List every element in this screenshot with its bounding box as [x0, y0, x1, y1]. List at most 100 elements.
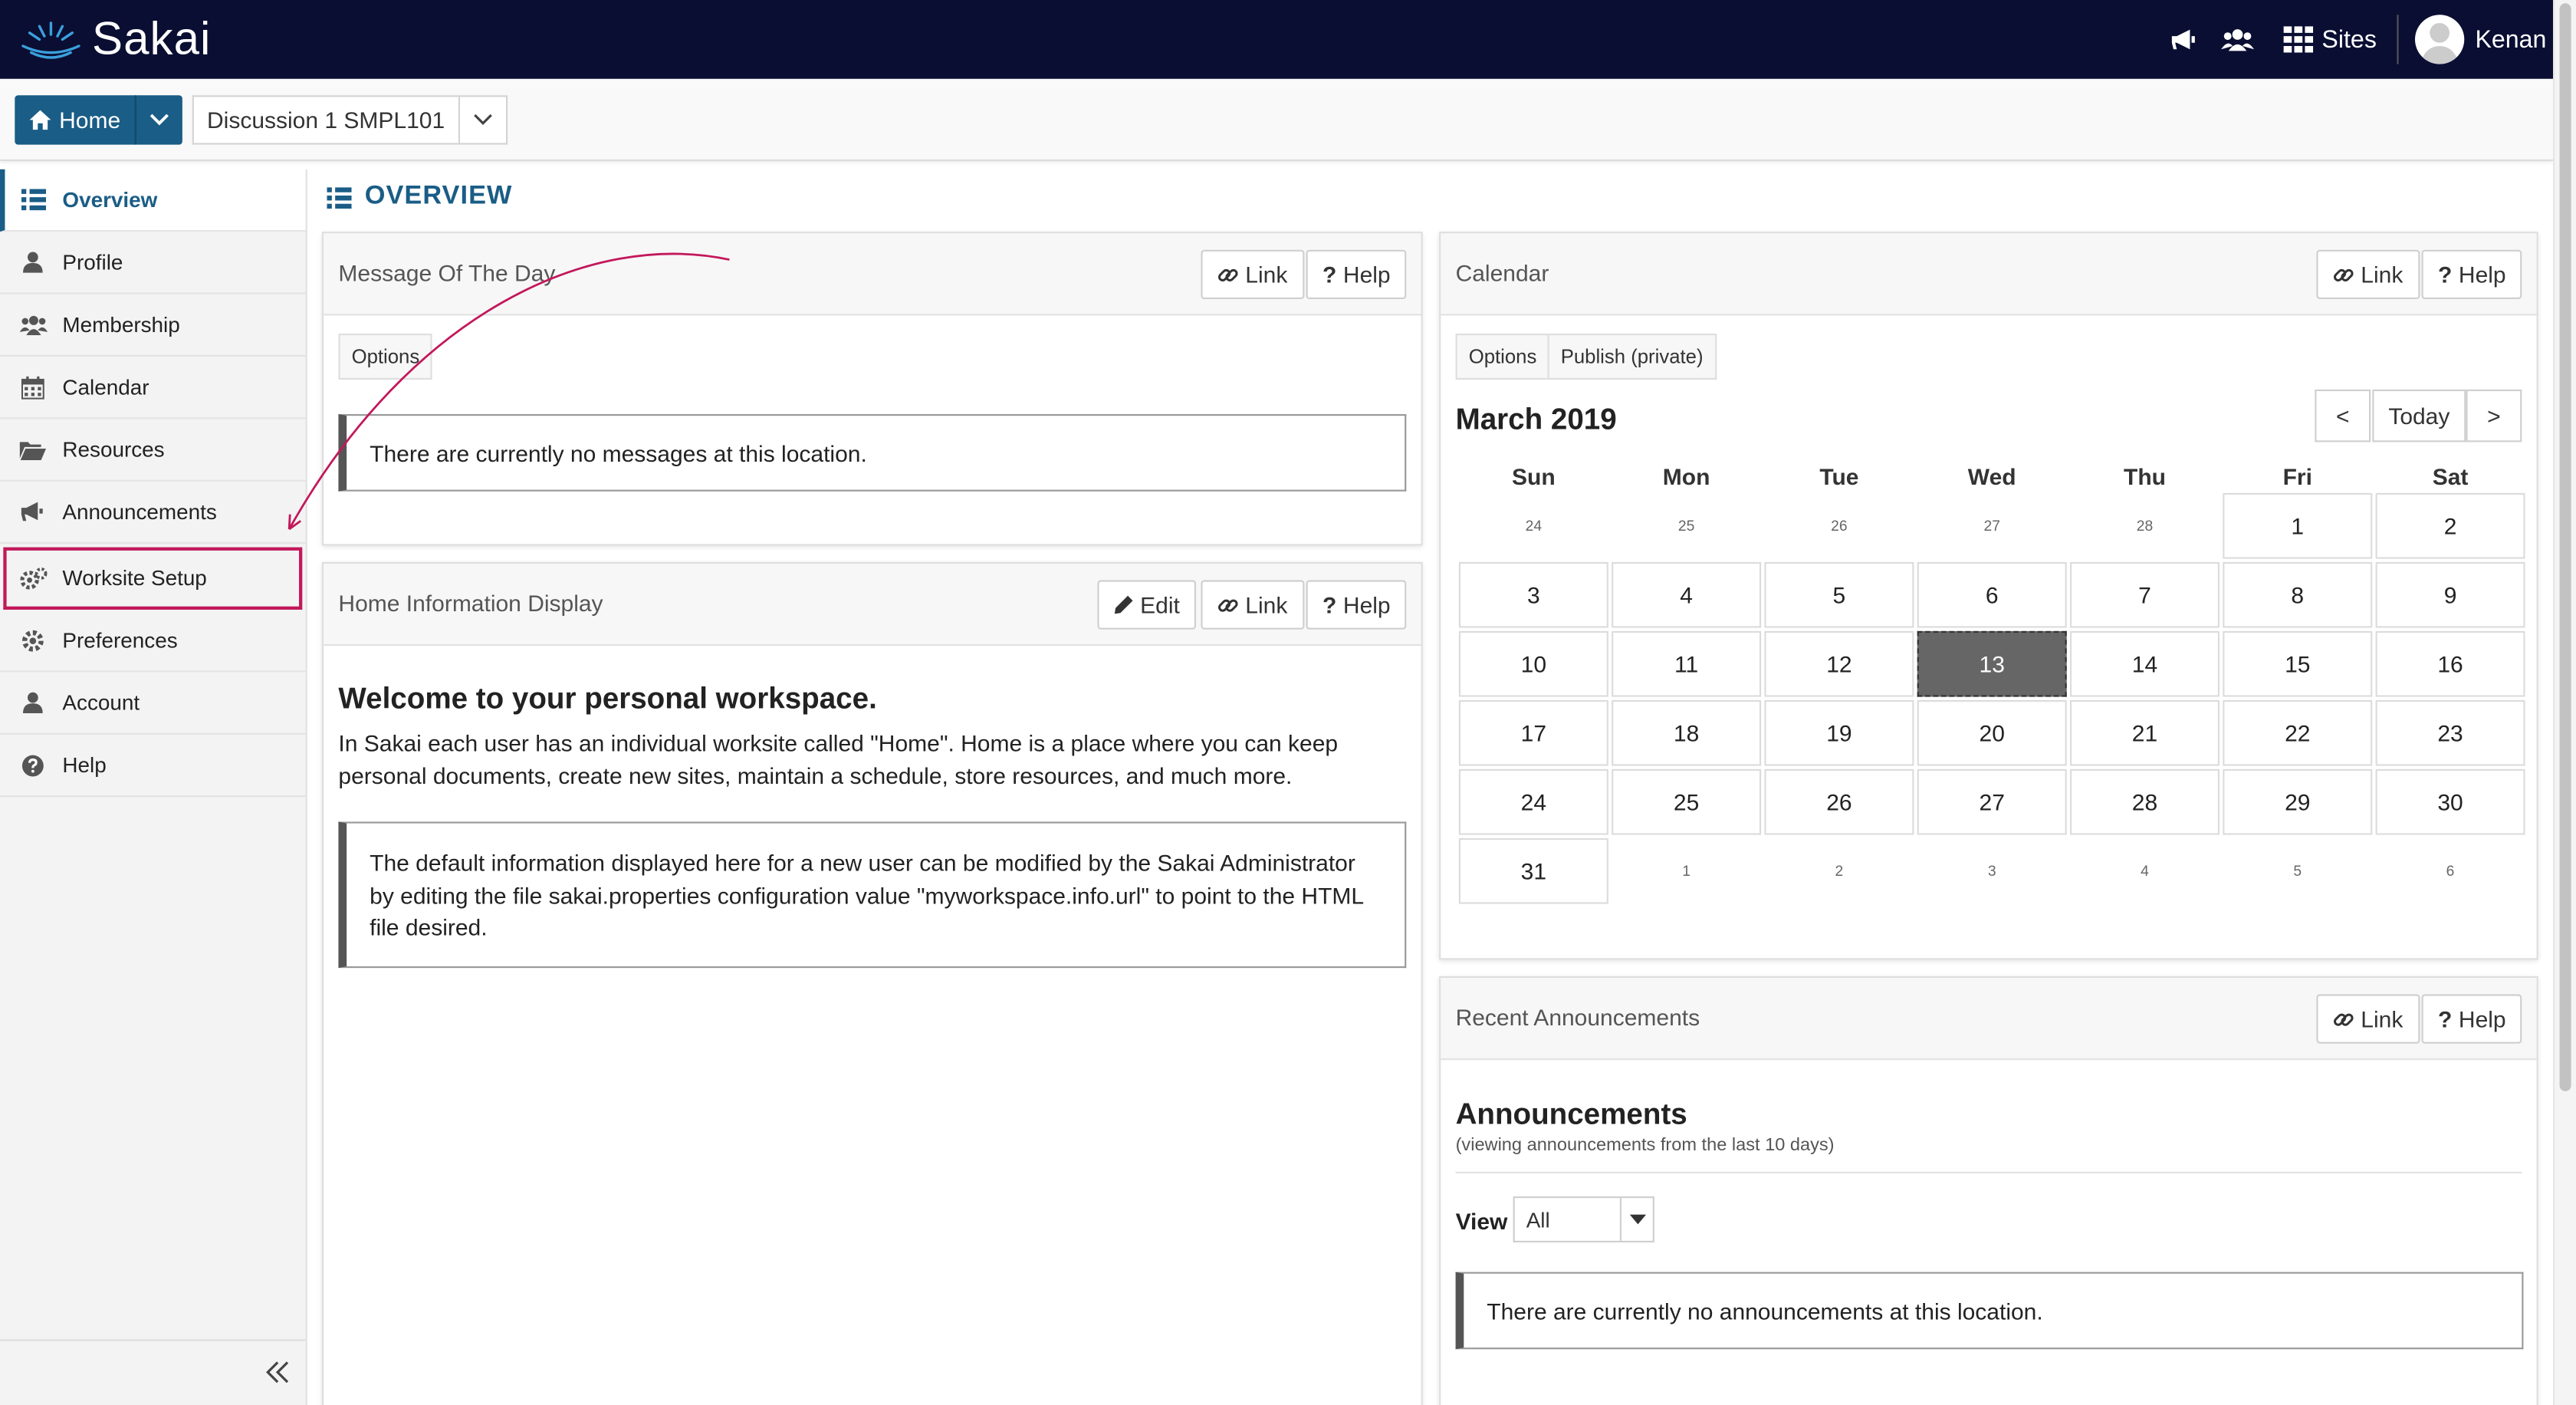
calendar-day[interactable]: 28: [2070, 768, 2220, 835]
calendar-day[interactable]: 5: [1764, 561, 1914, 628]
link-icon: [2333, 264, 2354, 285]
link-icon: [1217, 264, 1239, 285]
calendar-day[interactable]: 20: [1917, 699, 2067, 766]
bullhorn-icon: [16, 502, 49, 523]
calendar-day[interactable]: 3: [1458, 561, 1608, 628]
brand-name: Sakai: [92, 13, 212, 64]
site-selector[interactable]: Discussion 1 SMPL101: [192, 95, 508, 145]
link-button[interactable]: Link: [1201, 580, 1304, 630]
calendar-day[interactable]: 19: [1764, 699, 1914, 766]
calendar-day-outside: 1: [1612, 837, 1762, 904]
double-chevron-left-icon[interactable]: [266, 1361, 289, 1392]
calendar-day[interactable]: 17: [1458, 699, 1608, 766]
panel-title: Recent Announcements: [1455, 1004, 1700, 1031]
help-label: Help: [2458, 261, 2506, 288]
question-icon: ?: [1322, 591, 1337, 618]
calendar-day[interactable]: 10: [1458, 630, 1608, 697]
sidebar-item-label: Membership: [62, 312, 180, 337]
calendar-day[interactable]: 24: [1458, 768, 1608, 835]
calendar-day[interactable]: 18: [1612, 699, 1762, 766]
weekday-header: Wed: [1967, 463, 2016, 490]
calendar-day-outside: 24: [1458, 492, 1608, 559]
link-button[interactable]: Link: [1201, 249, 1304, 299]
calendar-day[interactable]: 14: [2070, 630, 2220, 697]
question-icon: ?: [1322, 261, 1337, 288]
sidebar-item-worksite-setup[interactable]: Worksite Setup: [3, 547, 303, 610]
motd-panel: Message Of The Day Link ? Help Options T…: [322, 232, 1423, 546]
help-button[interactable]: ? Help: [1306, 580, 1408, 630]
username[interactable]: Kenan: [2475, 25, 2546, 53]
sakai-logo-icon: [21, 21, 80, 59]
help-button[interactable]: ? Help: [2421, 249, 2523, 299]
calendar-prev-button[interactable]: <: [2315, 389, 2371, 443]
announcements-subtitle: (viewing announcements from the last 10 …: [1455, 1135, 1835, 1156]
sidebar-item-profile[interactable]: Profile: [0, 232, 306, 294]
calendar-day[interactable]: 2: [2375, 492, 2525, 559]
avatar[interactable]: [2414, 15, 2464, 64]
page-scrollbar[interactable]: [2553, 0, 2576, 1405]
help-button[interactable]: ? Help: [1306, 249, 1408, 299]
sites-menu-button[interactable]: Sites: [2284, 25, 2377, 54]
edit-button[interactable]: Edit: [1097, 580, 1197, 630]
chevron-down-icon[interactable]: [459, 97, 505, 143]
sidebar-item-overview[interactable]: Overview: [0, 169, 306, 232]
calendar-day[interactable]: 9: [2375, 561, 2525, 628]
calendar-day[interactable]: 15: [2223, 630, 2373, 697]
sidebar-item-resources[interactable]: Resources: [0, 419, 306, 482]
home-button-group: Home: [15, 95, 183, 145]
calendar-today-button[interactable]: Today: [2372, 389, 2466, 443]
home-button[interactable]: Home: [15, 95, 137, 145]
pencil-icon: [1114, 595, 1134, 615]
calendar-day[interactable]: 31: [1458, 837, 1608, 904]
calendar-day[interactable]: 7: [2070, 561, 2220, 628]
calendar-day[interactable]: 11: [1612, 630, 1762, 697]
options-button[interactable]: Options: [1455, 334, 1550, 380]
gears-icon: [16, 566, 49, 589]
link-label: Link: [2361, 1005, 2404, 1032]
calendar-day[interactable]: 4: [1612, 561, 1762, 628]
list-icon: [327, 186, 352, 209]
sidebar-item-calendar[interactable]: Calendar: [0, 357, 306, 420]
calendar-next-button[interactable]: >: [2466, 389, 2522, 443]
announcements-heading: Announcements: [1455, 1097, 1687, 1131]
view-select[interactable]: All: [1513, 1196, 1654, 1242]
link-icon: [1217, 594, 1239, 616]
calendar-day[interactable]: 16: [2375, 630, 2525, 697]
bullhorn-icon[interactable]: [2169, 26, 2199, 52]
home-dropdown-toggle[interactable]: [137, 95, 183, 144]
sidebar-item-announcements[interactable]: Announcements: [0, 482, 306, 545]
publish-button[interactable]: Publish (private): [1547, 334, 1717, 380]
calendar-day[interactable]: 29: [2223, 768, 2373, 835]
calendar-day[interactable]: 21: [2070, 699, 2220, 766]
calendar-day[interactable]: 6: [1917, 561, 2067, 628]
calendar-day[interactable]: 30: [2375, 768, 2525, 835]
calendar-day[interactable]: 12: [1764, 630, 1914, 697]
weekday-header: Tue: [1819, 463, 1859, 490]
info-note: The default information displayed here f…: [338, 821, 1407, 969]
calendar-day[interactable]: 22: [2223, 699, 2373, 766]
link-button[interactable]: Link: [2316, 994, 2420, 1044]
calendar-day[interactable]: 13: [1917, 630, 2067, 697]
calendar-day-outside: 2: [1764, 837, 1914, 904]
calendar-day[interactable]: 27: [1917, 768, 2067, 835]
calendar-day[interactable]: 26: [1764, 768, 1914, 835]
users-icon[interactable]: [2221, 26, 2255, 52]
sidebar-item-account[interactable]: Account: [0, 672, 306, 735]
help-label: Help: [1342, 591, 1391, 618]
sidebar-item-membership[interactable]: Membership: [0, 294, 306, 357]
calendar-day[interactable]: 8: [2223, 561, 2373, 628]
scrollbar-thumb[interactable]: [2559, 3, 2571, 1091]
sidebar-item-label: Worksite Setup: [62, 565, 207, 591]
link-button[interactable]: Link: [2316, 249, 2420, 299]
welcome-paragraph: In Sakai each user has an individual wor…: [338, 729, 1339, 788]
options-button[interactable]: Options: [338, 334, 433, 380]
sakai-logo[interactable]: Sakai: [16, 13, 211, 66]
calendar-day[interactable]: 1: [2223, 492, 2373, 559]
calendar-day[interactable]: 23: [2375, 699, 2525, 766]
edit-label: Edit: [1140, 591, 1180, 618]
sidebar-item-preferences[interactable]: Preferences: [0, 610, 306, 673]
calendar-day[interactable]: 25: [1612, 768, 1762, 835]
help-button[interactable]: ? Help: [2421, 994, 2523, 1044]
sidebar-item-help[interactable]: Help: [0, 735, 306, 798]
help-label: Help: [2458, 1005, 2506, 1032]
